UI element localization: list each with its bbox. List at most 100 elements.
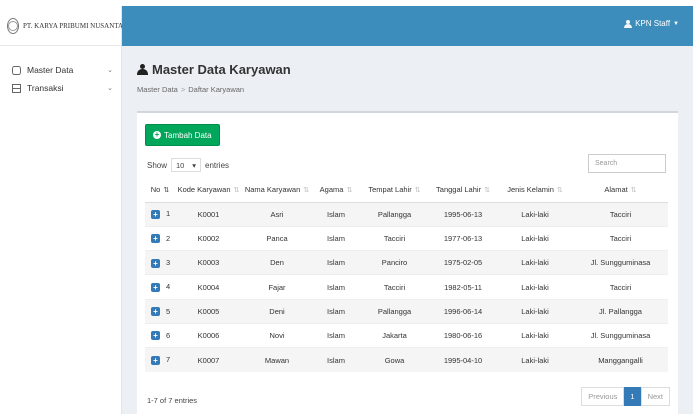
column-header-alamat[interactable]: Alamat ⇅	[573, 178, 668, 203]
row-number: 5	[166, 306, 171, 316]
table-cell: Laki-laki	[497, 225, 573, 251]
table-cell: Asri	[242, 201, 312, 227]
employee-table: No ⇅ Kode Karyawan ⇅ Nama Karyawan ⇅ Agama ⇅…	[145, 178, 668, 373]
chevron-down-icon: ⌄	[107, 67, 113, 74]
next-button[interactable]: Next	[640, 387, 670, 406]
sidebar-item-label: Master Data	[27, 65, 74, 75]
chevron-down-icon: ⌄	[107, 85, 113, 92]
sort-icon: ⇅	[163, 187, 170, 195]
table-cell: Panca	[242, 225, 312, 251]
row-number: 3	[166, 257, 171, 267]
table-cell: Manggangalli	[573, 347, 668, 373]
table-cell: Islam	[312, 250, 360, 275]
table-cell: Panciro	[360, 250, 429, 275]
expand-row-icon[interactable]: +	[151, 282, 160, 292]
table-row[interactable]: +2 K0002 Panca Islam Tacciri 1977-06-13 Laki-l…	[145, 225, 668, 251]
table-cell: Novi	[242, 322, 312, 348]
column-header-no[interactable]: No ⇅	[145, 178, 175, 203]
table-row[interactable]: +1 K0001 Asri Islam Pallangga 1995-06-13 Laki-…	[145, 201, 668, 227]
row-number-cell: +6	[145, 322, 175, 348]
table-cell: 1996-06-14	[429, 298, 497, 324]
table-cell: Jl. Pallangga	[573, 298, 668, 324]
expand-row-icon[interactable]: +	[151, 355, 160, 365]
sort-icon: ⇅	[556, 187, 563, 195]
database-icon	[12, 65, 21, 75]
table-cell: Tacciri	[573, 225, 668, 251]
expand-row-icon[interactable]: +	[151, 331, 160, 341]
table-icon	[12, 83, 21, 93]
table-cell: Islam	[312, 298, 360, 324]
column-header-tanggal-lahir[interactable]: Tanggal Lahir ⇅	[429, 178, 497, 203]
sidebar: PT. KARYA PRIBUMI NUSANTARA Master Data …	[0, 6, 133, 414]
row-number-cell: +3	[145, 250, 175, 275]
table-cell: Mawan	[242, 347, 312, 373]
column-header-tempat-lahir[interactable]: Tempat Lahir ⇅	[360, 178, 429, 203]
row-number: 4	[166, 282, 171, 292]
table-cell: Tacciri	[360, 225, 429, 251]
data-box: + Tambah Data Show 10 ▾ entries Search N…	[137, 111, 678, 414]
table-cell: Den	[242, 250, 312, 275]
table-cell: Islam	[312, 225, 360, 251]
sort-icon: ⇅	[414, 187, 421, 195]
sidebar-menu: Master Data ⌄ Transaksi ⌄	[0, 46, 121, 97]
table-row[interactable]: +4 K0004 Fajar Islam Tacciri 1982-05-11 Laki-l…	[145, 274, 668, 300]
breadcrumb-separator-icon: >	[180, 85, 186, 94]
table-cell: Tacciri	[573, 274, 668, 300]
table-cell: Laki-laki	[497, 347, 573, 373]
table-cell: K0001	[175, 201, 242, 227]
expand-row-icon[interactable]: +	[151, 258, 160, 268]
row-number: 2	[166, 233, 171, 243]
user-menu[interactable]: KPN Staff ▼	[624, 19, 679, 28]
table-info: 1-7 of 7 entries	[147, 396, 198, 405]
sort-icon: ⇅	[346, 187, 353, 195]
table-cell: Jakarta	[360, 322, 429, 348]
table-row[interactable]: +7 K0007 Mawan Islam Gowa 1995-04-10 Laki-laki…	[145, 347, 668, 373]
main-content: Master Data Karyawan Master Data > Daftar …	[122, 46, 693, 414]
expand-row-icon[interactable]: +	[151, 234, 160, 244]
table-cell: K0005	[175, 298, 242, 324]
table-cell: 1995-06-13	[429, 201, 497, 227]
company-seal-icon	[7, 17, 19, 34]
user-icon	[624, 19, 633, 28]
sort-icon: ⇅	[484, 187, 490, 195]
expand-row-icon[interactable]: +	[151, 307, 160, 317]
caret-down-icon: ▾	[192, 160, 197, 170]
breadcrumb-item[interactable]: Master Data	[137, 85, 178, 94]
row-number-cell: +2	[145, 225, 175, 251]
table-row[interactable]: +6 K0006 Novi Islam Jakarta 1980-06-16 Laki-la…	[145, 322, 668, 348]
entries-select-value: 10	[176, 160, 185, 170]
table-cell: Pallangga	[360, 201, 429, 227]
column-header-kode[interactable]: Kode Karyawan ⇅	[175, 178, 242, 203]
previous-button[interactable]: Previous	[581, 387, 625, 406]
table-cell: Fajar	[242, 274, 312, 300]
column-header-jenis-kelamin[interactable]: Jenis Kelamin ⇅	[497, 178, 573, 203]
table-cell: Tacciri	[573, 201, 668, 227]
sidebar-item-master-data[interactable]: Master Data ⌄	[0, 61, 121, 79]
search-input[interactable]: Search	[588, 154, 666, 173]
table-cell: K0003	[175, 250, 242, 275]
page-button-1[interactable]: 1	[624, 387, 641, 406]
table-cell: 1982-05-11	[429, 274, 497, 300]
row-number: 7	[166, 355, 171, 365]
brand-logo[interactable]: PT. KARYA PRIBUMI NUSANTARA	[0, 6, 133, 46]
table-cell: Laki-laki	[497, 274, 573, 300]
sort-icon: ⇅	[303, 187, 310, 195]
sidebar-item-transaksi[interactable]: Transaksi ⌄	[0, 79, 121, 97]
entries-label: entries	[205, 160, 230, 170]
top-navbar: KPN Staff ▼	[122, 6, 693, 46]
row-number-cell: +1	[145, 201, 175, 227]
table-cell: K0007	[175, 347, 242, 373]
table-row[interactable]: +5 K0005 Deni Islam Pallangga 1996-06-14 Laki-…	[145, 298, 668, 324]
add-data-button[interactable]: + Tambah Data	[145, 124, 220, 146]
column-header-nama[interactable]: Nama Karyawan ⇅	[242, 178, 312, 203]
column-header-agama[interactable]: Agama ⇅	[312, 178, 360, 203]
table-row[interactable]: +3 K0003 Den Islam Panciro 1975-02-05 Laki-lak…	[145, 250, 668, 275]
table-cell: K0004	[175, 274, 242, 300]
entries-select[interactable]: 10 ▾	[171, 158, 202, 172]
expand-row-icon[interactable]: +	[151, 209, 160, 219]
table-cell: Gowa	[360, 347, 429, 373]
plus-circle-icon: +	[153, 130, 161, 139]
row-number-cell: +5	[145, 298, 175, 324]
sidebar-item-label: Transaksi	[27, 83, 64, 93]
breadcrumb: Master Data > Daftar Karyawan	[137, 85, 244, 94]
